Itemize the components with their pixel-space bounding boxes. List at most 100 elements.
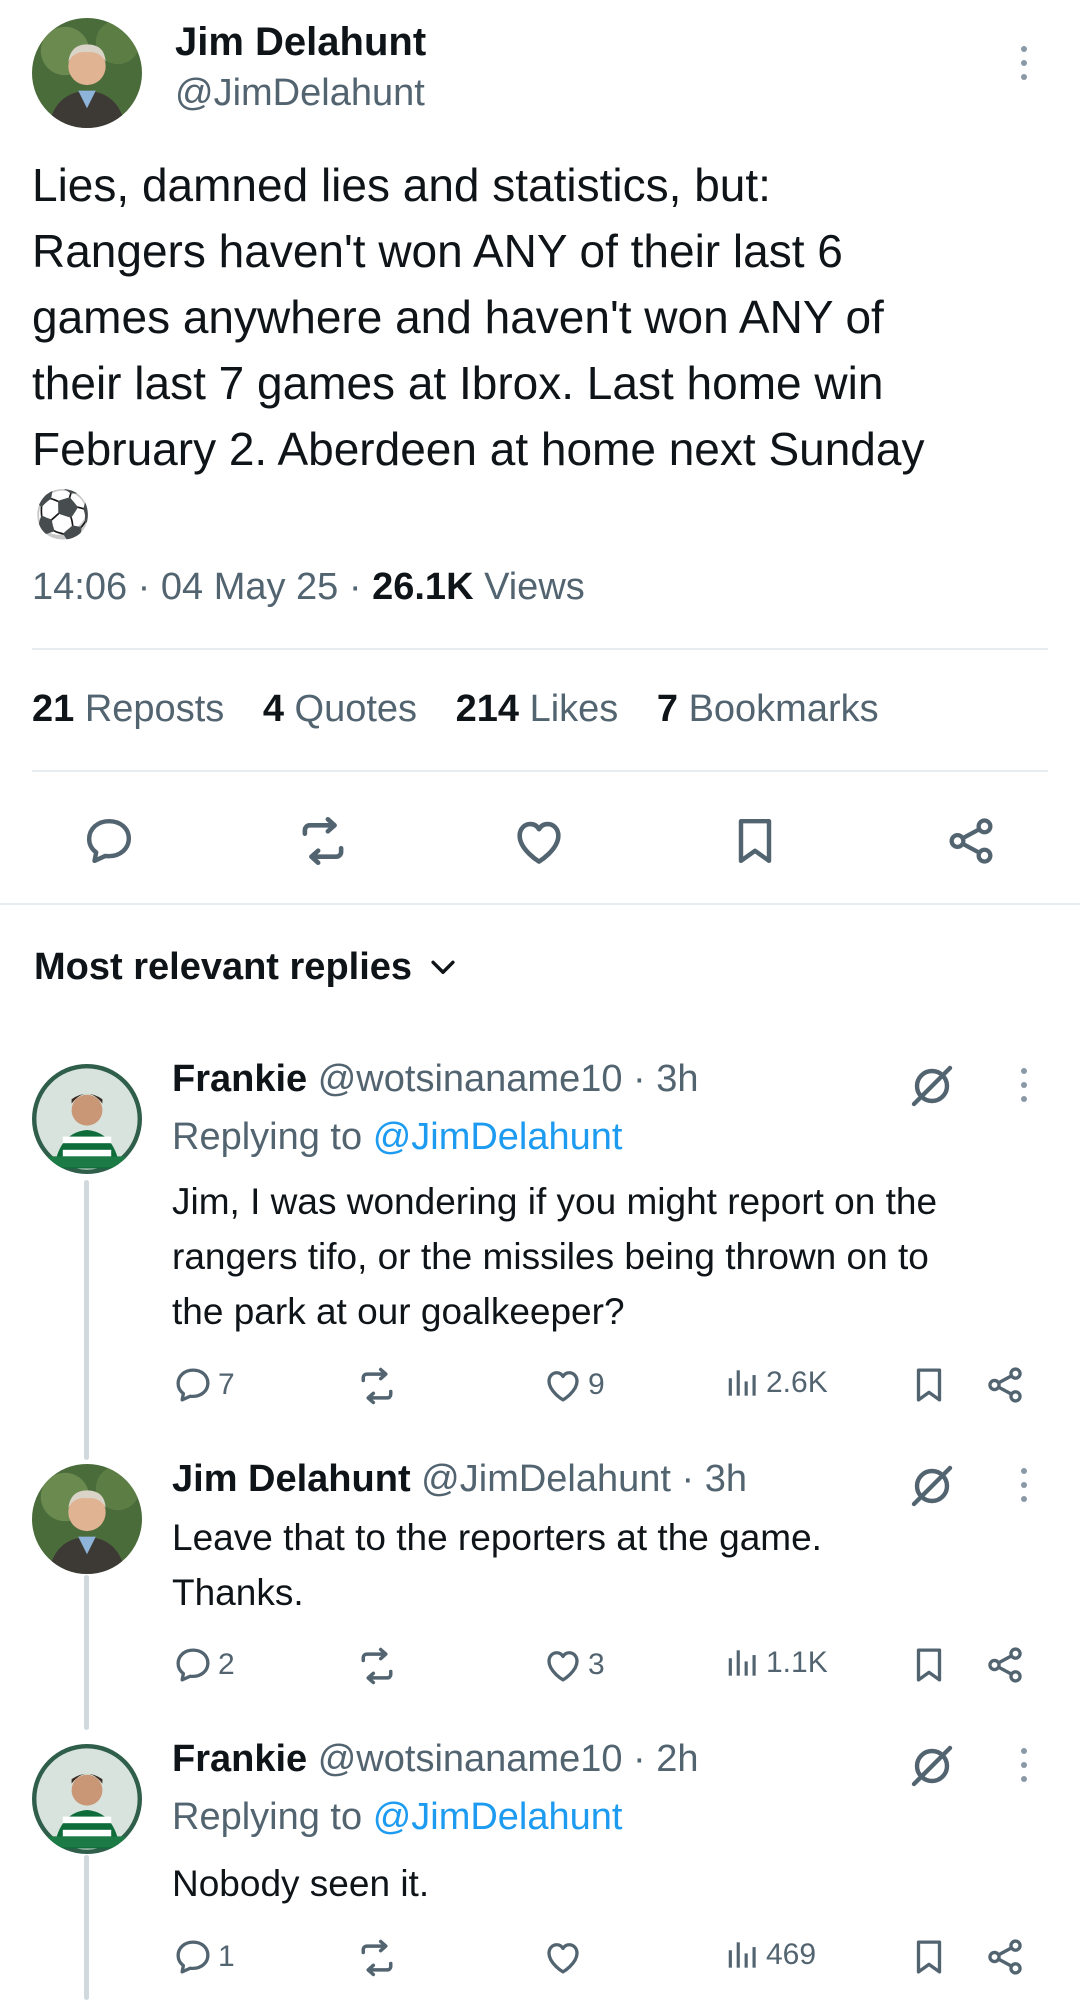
- views-button[interactable]: 2.6K: [724, 1364, 828, 1402]
- reply-count: 2: [218, 1648, 235, 1681]
- like-button[interactable]: 3: [542, 1644, 605, 1686]
- views-count[interactable]: 26.1K: [372, 566, 473, 608]
- reply-author-name[interactable]: Frankie: [172, 1738, 307, 1780]
- reply-count-button[interactable]: 2: [172, 1644, 235, 1686]
- grok-button[interactable]: [906, 1740, 958, 1792]
- like-button[interactable]: 9: [542, 1364, 605, 1406]
- repost-button[interactable]: [355, 1364, 399, 1408]
- author-avatar[interactable]: [32, 18, 142, 128]
- reply-header: Frankie @wotsinaname10 · 3h: [172, 1058, 699, 1101]
- reposts-label: Reposts: [84, 688, 225, 730]
- views-count: 469: [766, 1938, 817, 1971]
- author-handle[interactable]: @JimDelahunt: [175, 72, 425, 115]
- reposts-stat[interactable]: 21 Reposts: [32, 688, 235, 730]
- share-icon: [984, 1364, 1026, 1406]
- reply-avatar[interactable]: [32, 1464, 142, 1574]
- reply-avatar[interactable]: [32, 1744, 142, 1854]
- tweet-text-line: February 2. Aberdeen at home next Sunday: [32, 423, 925, 475]
- meta-separator: ·: [348, 566, 362, 608]
- reply-header: Frankie @wotsinaname10 · 2h: [172, 1738, 699, 1781]
- quotes-stat[interactable]: 4 Quotes: [263, 688, 428, 730]
- bookmark-button[interactable]: [724, 810, 786, 872]
- meta-separator: ·: [633, 1738, 646, 1780]
- reply-count-button[interactable]: 1: [172, 1936, 235, 1978]
- bookmark-button[interactable]: [908, 1644, 950, 1686]
- quotes-label: Quotes: [294, 688, 418, 730]
- tweet-text-line: games anywhere and haven't won ANY of: [32, 291, 884, 343]
- grok-button[interactable]: [906, 1460, 958, 1512]
- repost-button[interactable]: [355, 1936, 399, 1980]
- heart-icon: [510, 812, 568, 870]
- quotes-count: 4: [262, 688, 284, 730]
- author-name[interactable]: Jim Delahunt: [175, 20, 426, 65]
- tweet-text-line: their last 7 games at Ibrox. Last home w…: [32, 357, 884, 409]
- meta-separator: ·: [137, 566, 151, 608]
- reply-avatar-image: [32, 1464, 142, 1574]
- share-button[interactable]: [940, 810, 1002, 872]
- heart-icon: [542, 1364, 584, 1406]
- likes-stat[interactable]: 214 Likes: [456, 688, 629, 730]
- reply-author-handle[interactable]: @wotsinaname10: [318, 1738, 623, 1780]
- repost-icon: [355, 1644, 399, 1688]
- share-icon: [984, 1644, 1026, 1686]
- reply-time[interactable]: 3h: [705, 1458, 747, 1500]
- bookmark-icon: [727, 813, 783, 869]
- share-button[interactable]: [984, 1364, 1026, 1406]
- reply-author-name[interactable]: Jim Delahunt: [172, 1458, 411, 1500]
- like-count: 3: [588, 1648, 605, 1681]
- repost-icon: [294, 812, 352, 870]
- soccer-ball-emoji: ⚽: [34, 488, 92, 540]
- reply-text-line: rangers tifo, or the missiles being thro…: [172, 1236, 929, 1277]
- views-label[interactable]: Views: [484, 566, 585, 608]
- bookmark-button[interactable]: [908, 1364, 950, 1406]
- reply-author-handle[interactable]: @JimDelahunt: [421, 1458, 671, 1500]
- share-button[interactable]: [984, 1936, 1026, 1978]
- tweet-date[interactable]: 04 May 25: [161, 566, 338, 608]
- reply-author-handle[interactable]: @wotsinaname10: [318, 1058, 623, 1100]
- bookmarks-count: 7: [656, 688, 678, 730]
- replying-to-label: Replying to: [172, 1116, 363, 1158]
- reply-avatar-image: [32, 1744, 142, 1854]
- likes-count: 214: [455, 688, 520, 730]
- reply-icon: [172, 1936, 214, 1978]
- replying-to-link[interactable]: @JimDelahunt: [373, 1796, 623, 1838]
- tweet-text: Lies, damned lies and statistics, but: R…: [32, 152, 1062, 482]
- repost-button[interactable]: [355, 1644, 399, 1688]
- bookmark-button[interactable]: [908, 1936, 950, 1978]
- views-icon: [724, 1364, 762, 1402]
- replying-to: Replying to @JimDelahunt: [172, 1796, 622, 1839]
- more-options-icon[interactable]: [1018, 1068, 1030, 1102]
- reply-avatar-image: [32, 1064, 142, 1174]
- thread-line: [84, 1855, 89, 2000]
- tweet-text-line: Rangers haven't won ANY of their last 6: [32, 225, 843, 277]
- bookmarks-stat[interactable]: 7 Bookmarks: [657, 688, 879, 730]
- like-button[interactable]: [508, 810, 570, 872]
- bookmark-icon: [908, 1936, 950, 1978]
- reply-avatar[interactable]: [32, 1064, 142, 1174]
- views-button[interactable]: 1.1K: [724, 1644, 828, 1682]
- reply-text-line: Thanks.: [172, 1572, 304, 1613]
- replying-to-link[interactable]: @JimDelahunt: [373, 1116, 623, 1158]
- like-button[interactable]: [542, 1936, 588, 1978]
- more-options-icon[interactable]: [1018, 1748, 1030, 1782]
- grok-icon: [908, 1462, 956, 1510]
- grok-button[interactable]: [906, 1060, 958, 1112]
- reply-count-button[interactable]: 7: [172, 1364, 235, 1406]
- views-button[interactable]: 469: [724, 1936, 816, 1974]
- replies-sort-dropdown[interactable]: Most relevant replies: [34, 946, 460, 989]
- tweet-time[interactable]: 14:06: [32, 566, 127, 608]
- divider: [32, 648, 1048, 650]
- reply-time[interactable]: 2h: [656, 1738, 698, 1780]
- more-options-icon[interactable]: [1018, 46, 1030, 80]
- reply-button[interactable]: [78, 810, 140, 872]
- heart-icon: [542, 1936, 584, 1978]
- more-options-icon[interactable]: [1018, 1468, 1030, 1502]
- reply-author-name[interactable]: Frankie: [172, 1058, 307, 1100]
- bookmarks-label: Bookmarks: [688, 688, 879, 730]
- share-button[interactable]: [984, 1644, 1026, 1686]
- reply-time[interactable]: 3h: [656, 1058, 698, 1100]
- reply-text: Nobody seen it.: [172, 1856, 429, 1911]
- chevron-down-icon: [426, 951, 460, 985]
- views-icon: [724, 1644, 762, 1682]
- repost-button[interactable]: [292, 810, 354, 872]
